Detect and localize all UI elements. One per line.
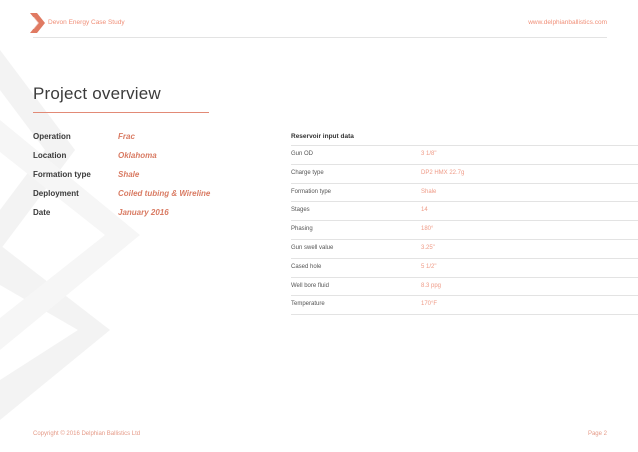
page-number: Page 2 [587,431,607,437]
overview-label: Deployment [33,189,79,198]
reservoir-input-table: Reservoir input data Gun OD 3 1/8" Charg… [291,133,638,316]
table-row: Cased hole 5 1/2" [291,257,638,277]
row-value: 8.3 ppg [421,282,442,289]
row-label: Charge type [291,169,324,176]
row-value: 14 [421,207,428,214]
overview-value: Shale [118,170,140,179]
row-value: Shale [421,188,437,195]
table-row: Formation type Shale [291,182,638,202]
row-label: Temperature [291,301,325,308]
overview-value: Oklahoma [118,151,157,160]
table-row: Gun swell value 3.25" [291,238,638,258]
row-label: Formation type [291,188,332,195]
overview-row-operation: Operation Frac [33,132,273,151]
row-value: 5 1/2" [421,263,437,270]
table-row: Well bore fluid 8.3 ppg [291,276,638,296]
overview-value: Coiled tubing & Wireline [118,189,211,198]
row-label: Cased hole [291,263,322,270]
row-label: Stages [291,207,310,214]
table-row: Charge type DP2 HMX 22.7g [291,163,638,183]
overview-row-date: Date January 2016 [33,208,273,227]
table-row: Stages 14 [291,201,638,220]
row-value: 3 1/8" [421,151,437,157]
overview-label: Operation [33,132,71,141]
page-title: Project overview [33,84,161,103]
overview-value: January 2016 [118,208,169,217]
copyright-text: Copyright © 2016 Delphian Ballistics Ltd [33,431,141,437]
overview-row-location: Location Oklahoma [33,151,273,170]
table-row: Gun OD 3 1/8" [291,145,638,164]
title-underline [33,112,209,113]
table-row: Phasing 180° [291,220,638,239]
row-value: 170°F [421,301,438,308]
overview-label: Formation type [33,170,91,179]
table-row: Temperature 170°F [291,295,638,316]
row-label: Gun swell value [291,244,334,251]
overview-label: Date [33,208,51,217]
row-label: Gun OD [291,151,314,157]
table-heading: Reservoir input data [291,133,354,140]
row-value: 180° [421,226,434,233]
row-value: 3.25" [421,244,435,251]
case-study-title: Devon Energy Case Study [48,19,125,26]
project-overview-list: Operation Frac Location Oklahoma Formati… [33,132,273,227]
website-link[interactable]: www.delphianballistics.com [528,19,607,26]
row-label: Phasing [291,226,313,233]
header-divider [33,37,607,38]
overview-row-formation-type: Formation type Shale [33,170,273,189]
overview-label: Location [33,151,67,160]
row-label: Well bore fluid [291,282,329,289]
delphian-chevron-logo [30,13,45,33]
overview-value: Frac [118,132,135,141]
overview-row-deployment: Deployment Coiled tubing & Wireline [33,189,273,208]
row-value: DP2 HMX 22.7g [421,169,465,176]
